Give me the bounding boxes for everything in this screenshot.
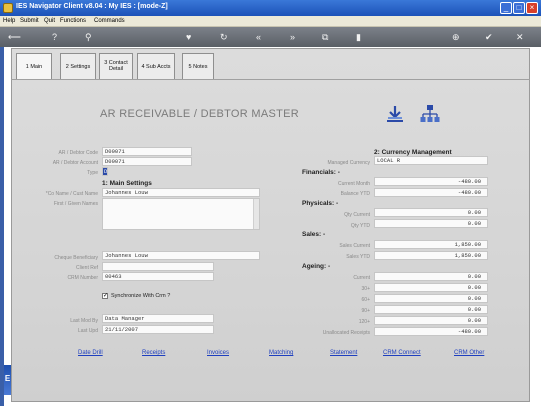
qty-ytd-label: Qty YTD [350, 223, 370, 229]
last-mod-label: Last Mod By [70, 318, 98, 324]
confirm-icon[interactable]: ✔ [485, 31, 493, 43]
currency-title: 2: Currency Management [374, 149, 452, 156]
main-settings-title: 1: Main Settings [102, 180, 152, 187]
ageing-90-label: 90+ [361, 308, 370, 314]
financials-title: Financials: - [302, 169, 340, 176]
ageing-120-label: 120+ [358, 319, 370, 325]
ageing-60-field: 0.00 [374, 294, 488, 303]
menu-functions[interactable]: Functions [60, 18, 86, 24]
link-statement[interactable]: Statement [330, 350, 357, 356]
current-month-label: Current Month [338, 181, 370, 187]
first-names-scrollbar[interactable] [253, 199, 259, 229]
client-ref-label: Client Ref [76, 265, 98, 271]
sync-crm-checkbox[interactable]: ✓ [102, 293, 108, 299]
first-names-label: First / Given Names [53, 201, 98, 207]
close-icon[interactable]: ✕ [516, 31, 524, 43]
cheque-beneficiary-label: Cheque Beneficiary [54, 255, 98, 261]
unallocated-receipts-field: -480.00 [374, 327, 488, 336]
qty-current-field: 0.00 [374, 208, 488, 217]
tab-contact-detail[interactable]: 3 Contact Detail [99, 53, 133, 79]
side-logo: E [4, 365, 11, 395]
help-icon[interactable]: ? [52, 31, 57, 43]
app-icon [3, 3, 13, 13]
page-title: AR RECEIVABLE / DEBTOR MASTER [100, 108, 300, 120]
download-icon[interactable] [385, 104, 405, 124]
debtor-code-field[interactable]: D00071 [102, 147, 192, 156]
menu-help[interactable]: Help [3, 18, 15, 24]
maximize-button[interactable]: □ [513, 2, 525, 14]
sales-title: Sales: - [302, 231, 326, 238]
sales-ytd-field: 1,850.00 [374, 251, 488, 260]
last-upd-label: Last Upd [77, 328, 98, 334]
ageing-60-label: 60+ [361, 297, 370, 303]
physicals-title: Physicals: - [302, 200, 339, 207]
toolbar: ⟵ ? ⚲ ♥ ↻ « » ⧉ ▮ ⊕ ✔ ✕ [0, 27, 541, 47]
minimize-button[interactable]: _ [500, 2, 512, 14]
side-strip [0, 47, 4, 406]
last-mod-field: Data Manager [102, 314, 214, 323]
client-ref-field[interactable] [102, 262, 214, 271]
org-chart-icon[interactable] [420, 104, 440, 124]
currency-label: Managed Currency [327, 160, 370, 166]
heart-icon[interactable]: ♥ [186, 31, 191, 43]
tab-settings[interactable]: 2 Settings [60, 53, 96, 79]
link-matching[interactable]: Matching [269, 350, 293, 356]
first-icon[interactable]: « [256, 31, 261, 43]
close-window-button[interactable]: × [526, 2, 538, 14]
menu-submit[interactable]: Submit [20, 18, 39, 24]
coname-label: *Co Name / Cust Name [45, 191, 98, 197]
debtor-code-label: AR / Debtor Code [58, 150, 98, 156]
sales-current-label: Sales Current [339, 243, 370, 249]
last-icon[interactable]: » [290, 31, 295, 43]
search-icon[interactable]: ⚲ [85, 31, 92, 43]
sync-crm-label: Synchronize With Crm ? [111, 293, 171, 299]
copy-icon[interactable]: ⧉ [322, 31, 328, 43]
unallocated-receipts-label: Unallocated Receipts [322, 330, 370, 336]
ageing-120-field: 0.00 [374, 316, 488, 325]
ageing-30-label: 30+ [361, 286, 370, 292]
delete-icon[interactable]: ▮ [356, 31, 361, 43]
tab-sub-accts[interactable]: 4 Sub Accts [137, 53, 175, 79]
add-icon[interactable]: ⊕ [452, 31, 460, 43]
window-title: IES Navigator Client v8.04 : My IES : [m… [16, 3, 168, 10]
ageing-title: Ageing: - [302, 263, 331, 270]
tab-main[interactable]: 1 Main [16, 53, 52, 79]
title-bar: IES Navigator Client v8.04 : My IES : [m… [0, 0, 541, 16]
link-crm-other[interactable]: CRM Other [454, 350, 484, 356]
crm-number-label: CRM Number [67, 275, 98, 281]
ageing-current-field: 0.00 [374, 272, 488, 281]
link-invoices[interactable]: Invoices [207, 350, 229, 356]
debtor-account-label: AR / Debtor Account [52, 160, 98, 166]
sales-current-field: 1,850.00 [374, 240, 488, 249]
balance-ytd-field: -480.00 [374, 188, 488, 197]
type-field[interactable]: D [102, 167, 108, 176]
ageing-current-label: Current [353, 275, 370, 281]
link-date-drill[interactable]: Date Drill [78, 350, 103, 356]
ageing-30-field: 0.00 [374, 283, 488, 292]
menu-bar: Help Submit Quit Functions Commands [0, 16, 541, 27]
qty-ytd-field: 0.00 [374, 219, 488, 228]
type-label: Type [87, 170, 98, 176]
back-arrow-icon[interactable]: ⟵ [8, 31, 21, 43]
debtor-account-field[interactable]: D00071 [102, 157, 192, 166]
first-names-field[interactable] [102, 198, 260, 230]
coname-field[interactable]: Johannes Louw [102, 188, 260, 197]
qty-current-label: Qty Current [344, 212, 370, 218]
tab-notes[interactable]: 5 Notes [182, 53, 214, 79]
link-receipts[interactable]: Receipts [142, 350, 165, 356]
current-month-field: -480.00 [374, 177, 488, 186]
last-upd-field: 21/11/2007 [102, 325, 214, 334]
link-crm-connect[interactable]: CRM Connect [383, 350, 421, 356]
balance-ytd-label: Balance YTD [340, 191, 370, 197]
sales-ytd-label: Sales YTD [346, 254, 370, 260]
currency-field[interactable]: LOCAL R [374, 156, 488, 165]
menu-quit[interactable]: Quit [44, 18, 55, 24]
crm-number-field[interactable]: 00463 [102, 272, 214, 281]
refresh-icon[interactable]: ↻ [220, 31, 228, 43]
tab-divider [11, 79, 530, 80]
menu-commands[interactable]: Commands [94, 18, 125, 24]
cheque-beneficiary-field[interactable]: Johannes Louw [102, 251, 260, 260]
ageing-90-field: 0.00 [374, 305, 488, 314]
